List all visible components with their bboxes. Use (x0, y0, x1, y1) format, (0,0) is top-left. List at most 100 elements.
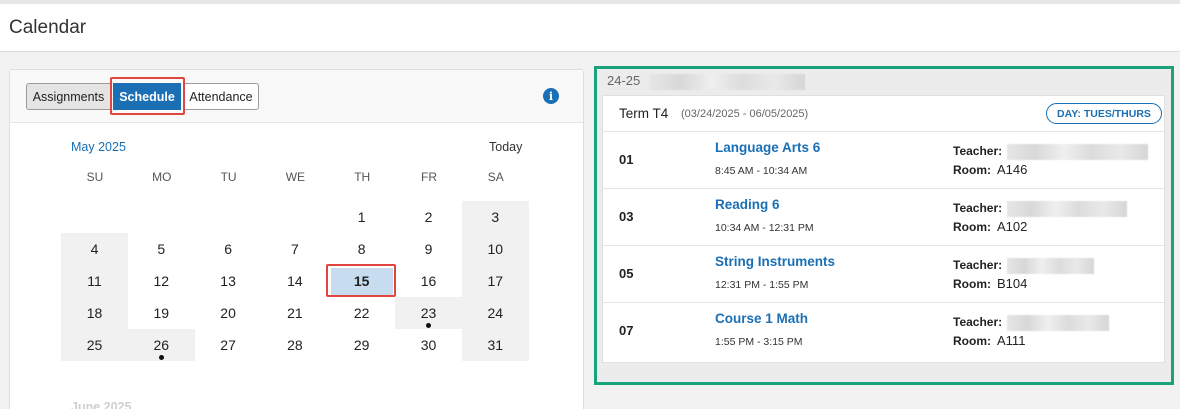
calendar-day[interactable]: 18 (61, 297, 128, 329)
event-dot-icon (158, 355, 164, 360)
course-link[interactable]: String Instruments (715, 254, 835, 269)
course-row: 03 Reading 6 10:34 AM - 12:31 PM Teacher… (603, 189, 1164, 246)
calendar-day[interactable]: 2 (395, 201, 462, 233)
calendar-day[interactable]: 26 (127, 329, 195, 361)
day-number: 30 (420, 337, 437, 353)
weekday-header: TU (220, 170, 237, 184)
period-number: 03 (619, 209, 634, 224)
weekday-header: MO (152, 170, 172, 184)
day-number: 9 (424, 241, 433, 257)
calendar-day[interactable]: 12 (128, 265, 195, 297)
day-number: 5 (157, 241, 166, 257)
day-number: 18 (86, 305, 103, 321)
calendar-day[interactable]: 15 (328, 265, 395, 297)
course-link[interactable]: Reading 6 (715, 197, 780, 212)
calendar-day[interactable]: 20 (195, 297, 262, 329)
calendar-day[interactable]: 21 (261, 297, 328, 329)
calendar-day[interactable]: 29 (328, 329, 395, 361)
day-number: 10 (487, 241, 504, 257)
room-value: A111 (997, 333, 1026, 348)
calendar-day[interactable]: 14 (261, 265, 328, 297)
weekday-header: FR (421, 170, 437, 184)
room-label: Room: (953, 220, 991, 234)
day-number: 27 (220, 337, 236, 353)
calendar-day[interactable]: 25 (61, 329, 128, 361)
course-time: 8:45 AM - 10:34 AM (715, 165, 808, 177)
day-number: 14 (287, 273, 303, 289)
calendar-day[interactable]: 4 (61, 233, 128, 265)
day-number: 17 (487, 273, 504, 289)
day-number: 1 (357, 209, 366, 225)
course-link[interactable]: Course 1 Math (715, 311, 808, 326)
calendar-day[interactable]: 13 (195, 265, 262, 297)
room-value: B104 (997, 276, 1028, 291)
calendar-day[interactable]: 30 (395, 329, 462, 361)
day-number: 6 (224, 241, 232, 257)
term-name: Term T4 (619, 106, 669, 121)
term-header: Term T4 (03/24/2025 - 06/05/2025) DAY: T… (603, 96, 1164, 132)
day-number: 2 (424, 209, 433, 225)
day-number: 8 (357, 241, 366, 257)
teacher-label: Teacher: (953, 201, 1003, 215)
day-number: 26 (153, 337, 170, 353)
calendar-day[interactable]: 31 (461, 329, 529, 361)
selected-day: 15 (330, 267, 393, 295)
term-dates: (03/24/2025 - 06/05/2025) (681, 108, 809, 120)
calendar-day[interactable]: 28 (261, 329, 328, 361)
weekday-header: SA (487, 170, 504, 184)
today-link[interactable]: Today (489, 140, 522, 154)
redacted-teacher-name (1007, 201, 1127, 217)
day-number: 20 (220, 305, 236, 321)
calendar-day[interactable]: 10 (461, 233, 529, 265)
calendar-day[interactable]: 22 (328, 297, 395, 329)
page-header: Calendar (0, 4, 1180, 52)
room-value: A102 (997, 219, 1028, 234)
calendar-day[interactable]: 8 (328, 233, 395, 265)
schedule-panel: 24-25 Term T4 (03/24/2025 - 06/05/2025) … (594, 66, 1174, 385)
calendar-day[interactable]: 17 (461, 265, 529, 297)
calendar-day[interactable]: 5 (128, 233, 195, 265)
day-number: 24 (487, 305, 504, 321)
calendar-panel: Assignments Schedule Attendance i May 20… (9, 69, 584, 409)
course-link[interactable]: Language Arts 6 (715, 140, 820, 155)
day-number: 3 (491, 209, 500, 225)
redacted-teacher-name (1007, 258, 1094, 274)
calendar-day[interactable]: 23 (395, 297, 462, 329)
course-row: 01 Language Arts 6 8:45 AM - 10:34 AM Te… (603, 132, 1164, 189)
weekday-header: SU (86, 170, 104, 184)
period-number: 01 (619, 152, 634, 167)
calendar-day[interactable]: 16 (395, 265, 462, 297)
course-time: 12:31 PM - 1:55 PM (715, 279, 809, 291)
teacher-label: Teacher: (953, 144, 1003, 158)
day-number: 7 (290, 241, 299, 257)
calendar-day[interactable]: 1 (328, 201, 395, 233)
day-number: 22 (353, 305, 370, 321)
calendar-day[interactable]: 27 (195, 329, 262, 361)
period-number: 07 (619, 323, 634, 338)
school-year-label: 24-25 (607, 73, 641, 88)
calendar-day[interactable]: 11 (61, 265, 128, 297)
info-icon[interactable]: i (543, 88, 559, 104)
event-dot-icon (426, 323, 431, 328)
calendar-day[interactable]: 24 (461, 297, 529, 329)
view-toolbar: Assignments Schedule Attendance i (10, 70, 583, 123)
next-month-label: June 2025 (71, 400, 132, 409)
attendance-button[interactable]: Attendance (183, 83, 259, 110)
page-title: Calendar (9, 17, 87, 38)
calendar-day[interactable]: 9 (395, 233, 462, 265)
calendar-day[interactable]: 3 (461, 201, 529, 233)
day-number: 23 (420, 305, 437, 321)
calendar-day[interactable]: 6 (195, 233, 262, 265)
day-number: 13 (220, 273, 236, 289)
calendar-day[interactable]: 19 (128, 297, 195, 329)
schedule-button[interactable]: Schedule (113, 83, 181, 110)
room-label: Room: (953, 163, 991, 177)
calendar-day[interactable]: 7 (261, 233, 328, 265)
assignments-button[interactable]: Assignments (26, 83, 111, 110)
month-label: May 2025 (71, 140, 126, 154)
weekday-header: WE (285, 170, 306, 184)
day-number: 19 (153, 305, 170, 321)
redacted-school-name (649, 74, 805, 90)
redacted-teacher-name (1007, 144, 1148, 160)
teacher-label: Teacher: (953, 315, 1003, 329)
